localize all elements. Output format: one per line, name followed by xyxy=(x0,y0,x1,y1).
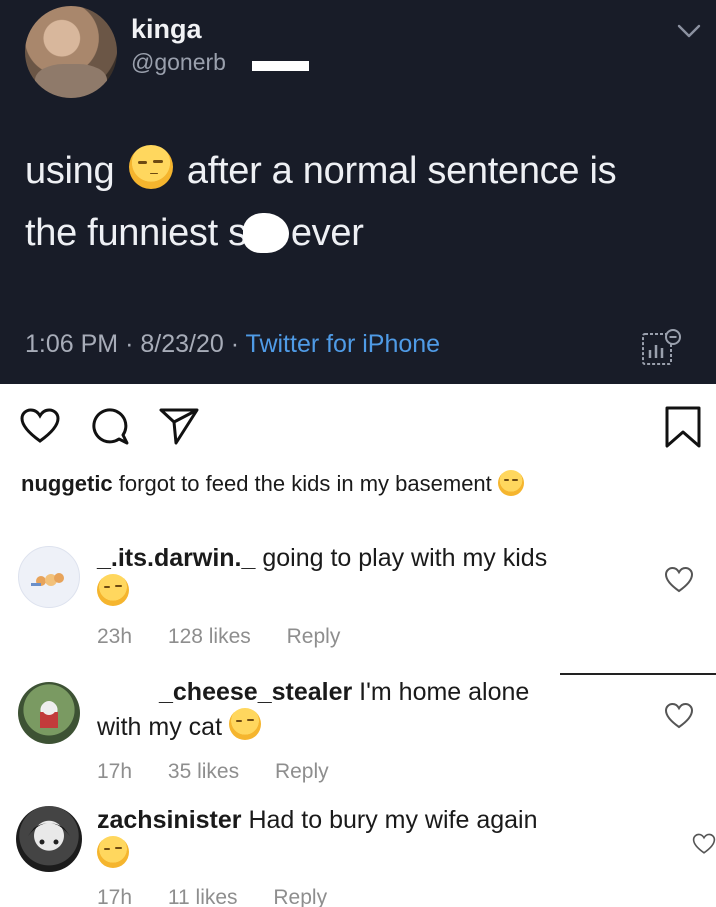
comment-username[interactable]: zachsinister xyxy=(97,806,242,834)
smirk-emoji-icon xyxy=(228,708,261,740)
comment-like-icon[interactable] xyxy=(692,830,716,858)
comment-item: zachsinister Had to bury my wife again 1… xyxy=(0,804,716,907)
smirk-emoji-icon xyxy=(97,574,129,606)
comment-username[interactable]: _cheese_stealer xyxy=(159,678,352,706)
share-icon[interactable] xyxy=(158,406,200,446)
bookmark-icon[interactable] xyxy=(664,406,702,448)
comment-likes[interactable]: 35 likes xyxy=(168,760,239,783)
comment-meta: 23h 128 likes Reply xyxy=(97,625,370,649)
reply-button[interactable]: Reply xyxy=(273,886,327,907)
commenter-avatar[interactable] xyxy=(18,682,80,744)
smirk-emoji-icon xyxy=(128,145,173,189)
tweet-date: 8/23/20 xyxy=(140,330,224,358)
tweet-source-link[interactable]: Twitter for iPhone xyxy=(246,330,441,358)
reply-button[interactable]: Reply xyxy=(287,625,341,648)
comment-item: _cheese_stealer I'm home alone with my c… xyxy=(0,676,716,796)
comment-likes[interactable]: 11 likes xyxy=(168,886,238,907)
comment-like-icon[interactable] xyxy=(664,566,694,594)
comment-age: 23h xyxy=(97,625,133,648)
comment-like-icon[interactable] xyxy=(664,702,694,730)
tweet-meta: 1:06 PM · 8/23/20 · Twitter for iPhone xyxy=(25,330,441,358)
commenter-avatar[interactable] xyxy=(16,806,82,872)
chevron-down-icon[interactable] xyxy=(676,22,702,40)
caption-text: forgot to feed the kids in my basement xyxy=(118,471,492,496)
heart-icon[interactable] xyxy=(20,408,60,444)
commenter-avatar[interactable] xyxy=(18,546,80,608)
comment-age: 17h xyxy=(97,760,133,783)
comment-icon[interactable] xyxy=(90,406,130,446)
comment-likes[interactable]: 128 likes xyxy=(168,625,251,648)
comment-meta: 17h 11 likes Reply xyxy=(97,886,357,907)
tweet-author-avatar[interactable] xyxy=(25,6,117,98)
tweet-display-name[interactable]: kinga xyxy=(131,14,202,45)
post-action-bar xyxy=(0,384,716,464)
analytics-icon[interactable] xyxy=(640,328,682,368)
comment-meta: 17h 35 likes Reply xyxy=(97,760,359,784)
tweet-handle[interactable]: @gonerb xyxy=(131,49,226,76)
reply-button[interactable]: Reply xyxy=(275,760,329,783)
smirk-emoji-icon xyxy=(97,836,129,868)
post-caption: nuggetic forgot to feed the kids in my b… xyxy=(21,470,524,497)
divider xyxy=(560,673,716,675)
smirk-emoji-icon xyxy=(497,470,524,496)
comment-text: _cheese_stealer I'm home alone with my c… xyxy=(97,678,530,741)
caption-username[interactable]: nuggetic xyxy=(21,471,113,496)
tweet-card: kinga @gonerb using after a normal sente… xyxy=(0,0,716,384)
redaction-mark xyxy=(252,61,309,71)
redaction-mark xyxy=(97,681,159,703)
comment-username[interactable]: _.its.darwin._ xyxy=(97,544,255,572)
comment-item: _.its.darwin._ going to play with my kid… xyxy=(0,540,716,660)
comment-age: 17h xyxy=(97,886,133,907)
comment-text: _.its.darwin._ going to play with my kid… xyxy=(97,542,597,609)
comment-text: zachsinister Had to bury my wife again xyxy=(97,804,597,871)
tweet-text: using after a normal sentence is the fun… xyxy=(25,140,685,264)
tweet-time: 1:06 PM xyxy=(25,330,119,358)
censor-blot xyxy=(242,213,289,253)
